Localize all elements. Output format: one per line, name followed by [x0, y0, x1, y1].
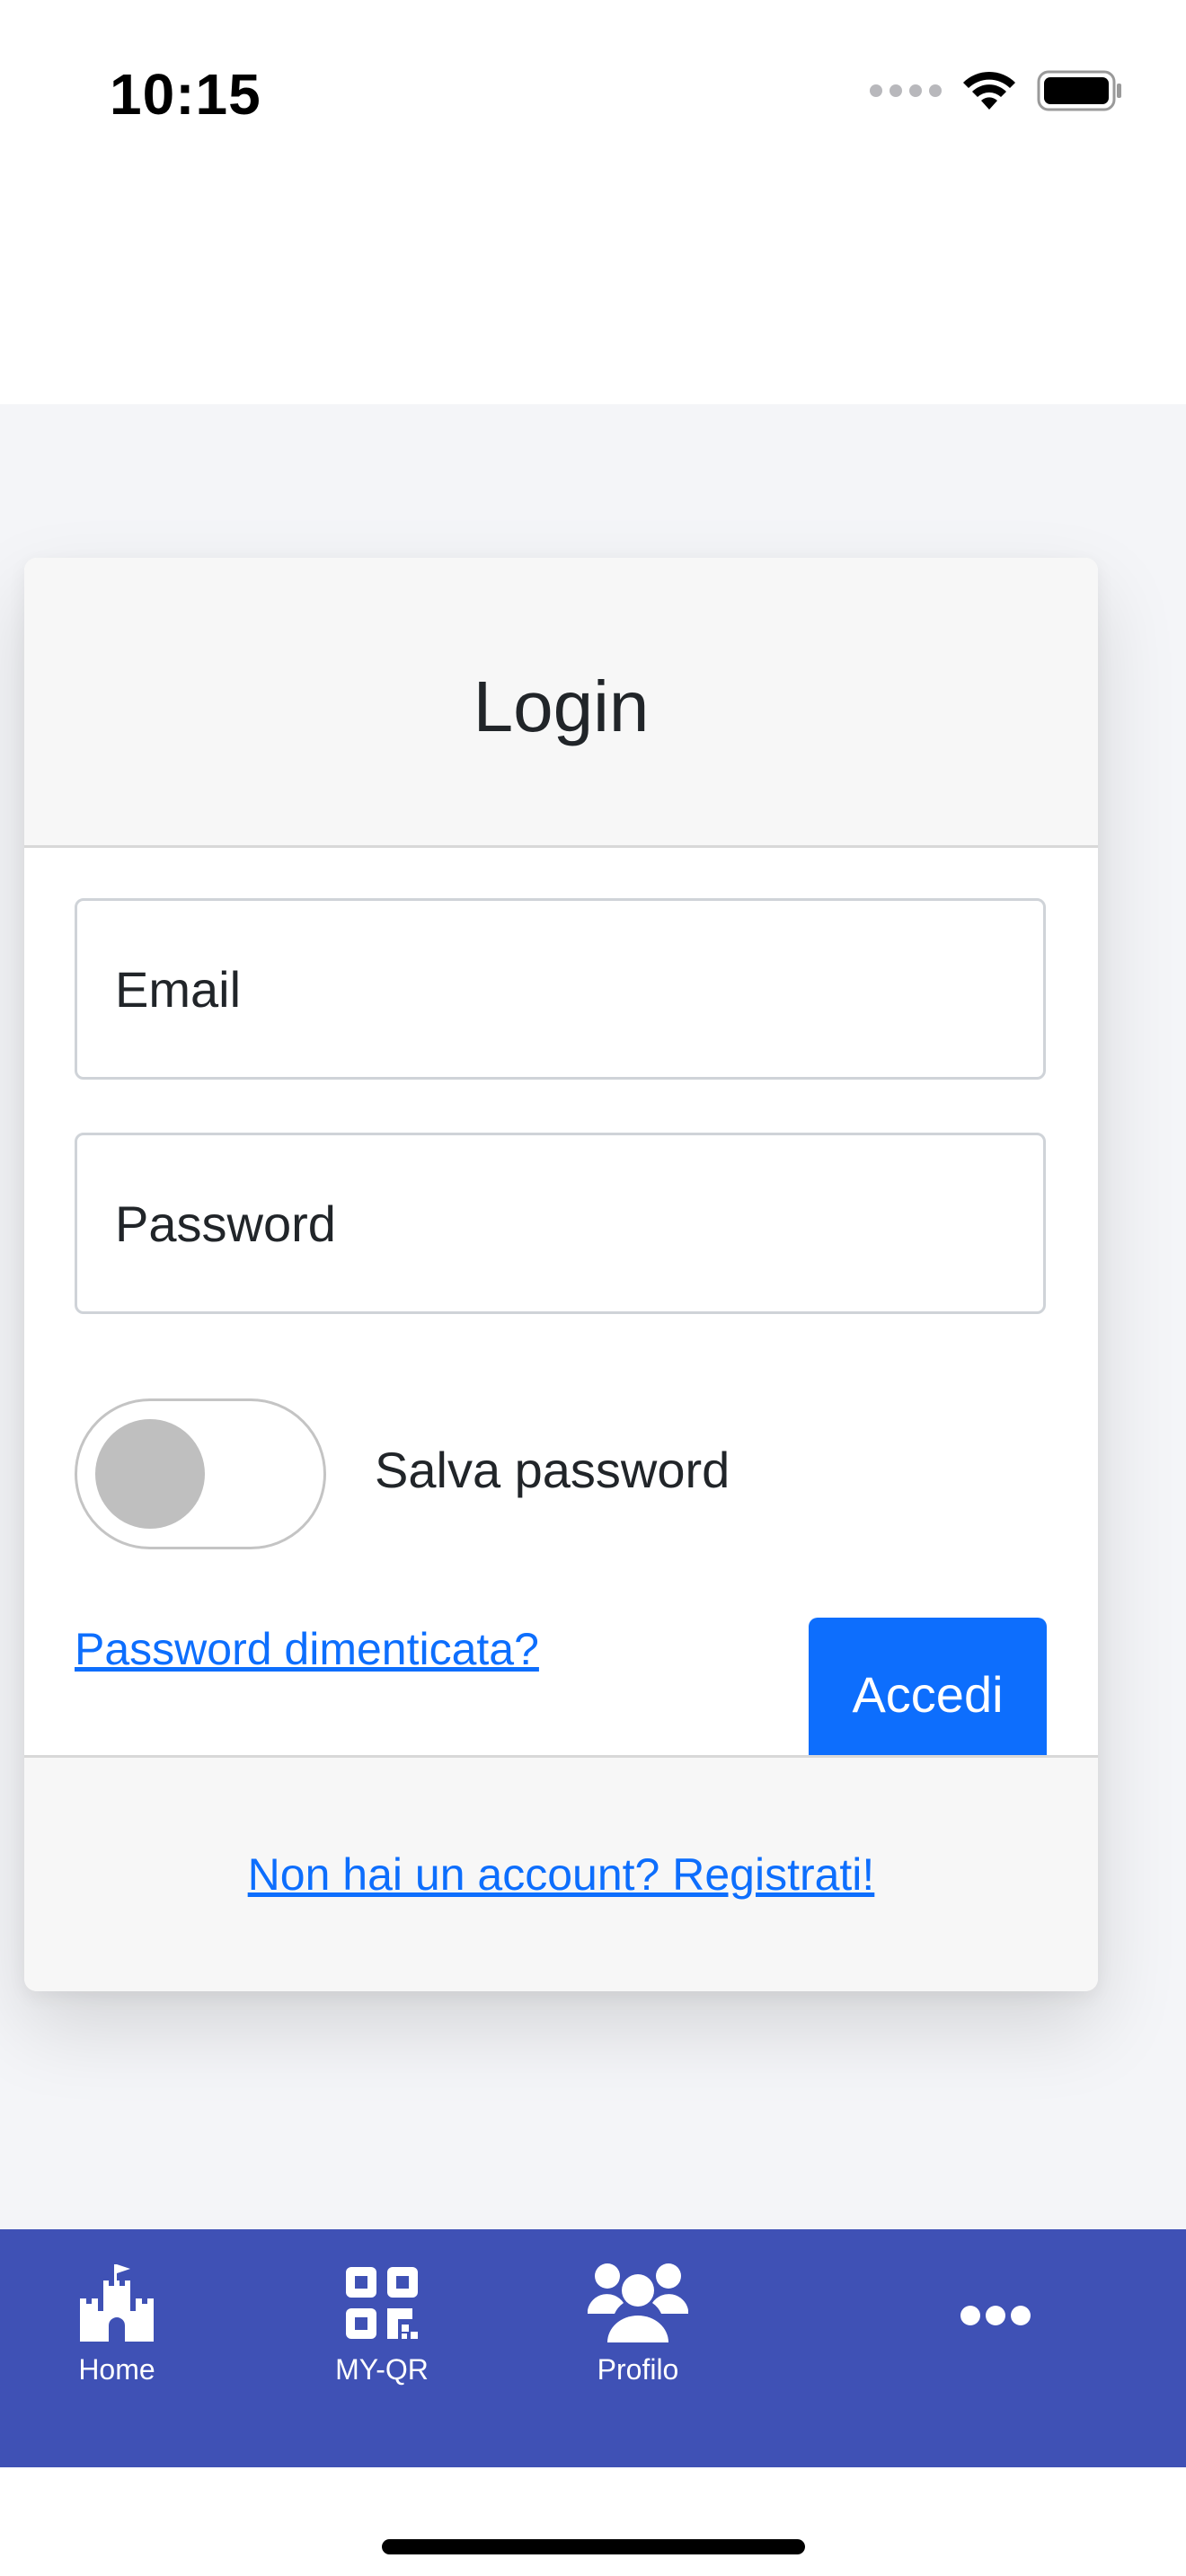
status-icons [870, 70, 1123, 111]
tab-bar: Home MY-QR Profilo [0, 2229, 1186, 2467]
login-card-body: Email Password Salva password Password d… [24, 848, 1098, 1770]
login-card-footer: Non hai un account? Registrati! [24, 1755, 1098, 1991]
password-field[interactable]: Password [75, 1133, 1046, 1314]
qr-code-icon [346, 2260, 418, 2346]
users-icon [588, 2260, 688, 2346]
save-password-label: Salva password [375, 1442, 730, 1498]
password-placeholder: Password [115, 1195, 336, 1252]
save-password-toggle[interactable] [75, 1398, 326, 1549]
battery-icon [1037, 70, 1121, 111]
forgot-password-link[interactable]: Password dimenticata? [75, 1623, 539, 1675]
email-placeholder: Email [115, 960, 242, 1018]
login-title: Login [473, 666, 650, 746]
tab-profilo[interactable]: Profilo [566, 2229, 710, 2467]
toggle-knob [95, 1419, 205, 1529]
more-icon [960, 2272, 1031, 2359]
wifi-icon [963, 71, 1015, 110]
tab-my-qr[interactable]: MY-QR [310, 2229, 454, 2467]
castle-icon [78, 2260, 155, 2346]
main-content: Login Email Password Salva password Pass… [0, 404, 1186, 2229]
login-button[interactable]: Accedi [809, 1618, 1047, 1770]
email-field[interactable]: Email [75, 898, 1046, 1080]
tab-my-qr-label: MY-QR [335, 2353, 429, 2386]
status-time: 10:15 [110, 62, 261, 127]
cellular-signal-icon [870, 84, 942, 97]
login-card: Login Email Password Salva password Pass… [24, 558, 1098, 1991]
tab-home[interactable]: Home [45, 2229, 189, 2467]
home-indicator[interactable] [382, 2539, 805, 2554]
home-indicator-area [0, 2467, 1186, 2576]
tab-home-label: Home [78, 2353, 155, 2386]
login-card-header: Login [24, 558, 1098, 848]
tab-profilo-label: Profilo [597, 2353, 679, 2386]
status-bar: 10:15 [0, 0, 1186, 404]
register-link[interactable]: Non hai un account? Registrati! [248, 1848, 875, 1901]
tab-more[interactable] [924, 2229, 1067, 2467]
